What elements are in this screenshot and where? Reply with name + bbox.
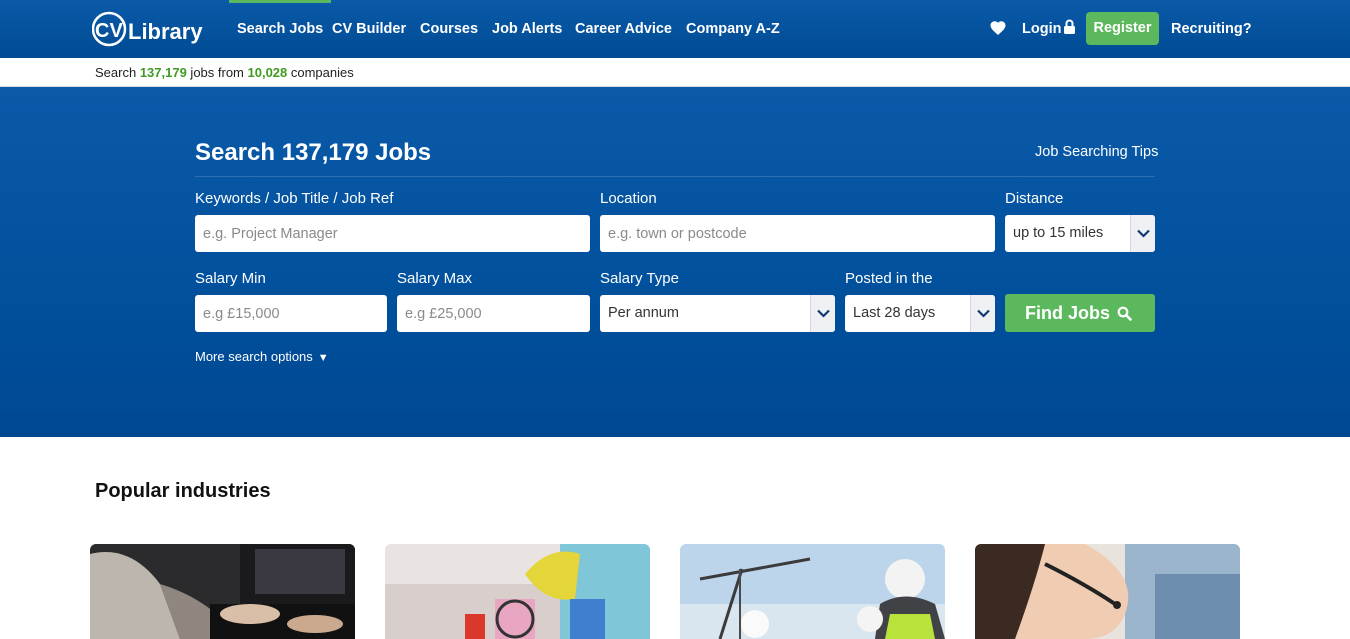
- typing-keyboard-image: [90, 544, 355, 639]
- svg-text:Library: Library: [128, 19, 203, 44]
- nav-job-alerts[interactable]: Job Alerts: [492, 0, 562, 58]
- search-title: Search 137,179 Jobs: [195, 139, 432, 166]
- register-button[interactable]: Register: [1086, 12, 1159, 45]
- salary-type-selected: Per annum: [608, 305, 679, 321]
- more-search-options-link[interactable]: More search options ▼: [195, 349, 329, 364]
- distance-select[interactable]: up to 15 miles: [1005, 215, 1155, 252]
- location-input[interactable]: [600, 215, 995, 252]
- keywords-label: Keywords / Job Title / Job Ref: [195, 190, 394, 207]
- salary-type-label: Salary Type: [600, 270, 679, 287]
- stats-suffix: companies: [287, 65, 354, 80]
- keywords-input[interactable]: [195, 215, 590, 252]
- find-jobs-button[interactable]: Find Jobs: [1005, 294, 1155, 332]
- svg-text:CV: CV: [95, 20, 123, 42]
- nav-courses[interactable]: Courses: [420, 0, 478, 58]
- divider: [195, 176, 1155, 177]
- posted-select[interactable]: Last 28 days: [845, 295, 995, 332]
- stats-prefix: Search: [95, 65, 140, 80]
- industry-card-cleaning[interactable]: [385, 544, 650, 639]
- triangle-down-icon: ▼: [317, 352, 329, 364]
- find-jobs-label: Find Jobs: [1025, 303, 1110, 323]
- chevron-down-icon: [1130, 215, 1155, 252]
- salary-min-input[interactable]: [195, 295, 387, 332]
- salary-type-select[interactable]: Per annum: [600, 295, 835, 332]
- heart-icon[interactable]: [989, 19, 1007, 37]
- call-centre-headset-image: [975, 544, 1240, 639]
- stats-companies-count: 10,028: [247, 65, 288, 80]
- nav-search-jobs[interactable]: Search Jobs: [228, 0, 332, 58]
- job-search-panel: Search 137,179 Jobs Job Searching Tips K…: [0, 87, 1350, 437]
- location-label: Location: [600, 190, 657, 207]
- salary-min-label: Salary Min: [195, 270, 266, 287]
- cleaning-supplies-image: [385, 544, 650, 639]
- chevron-down-icon: [810, 295, 835, 332]
- lock-icon: [1063, 19, 1076, 35]
- stats-middle: jobs from: [186, 65, 248, 80]
- more-search-options-label: More search options: [195, 349, 313, 364]
- posted-label: Posted in the: [845, 270, 933, 287]
- industry-card-construction[interactable]: [680, 544, 945, 639]
- nav-career-advice[interactable]: Career Advice: [575, 0, 672, 58]
- posted-selected: Last 28 days: [853, 305, 936, 321]
- salary-max-input[interactable]: [397, 295, 590, 332]
- chevron-down-icon: [970, 295, 995, 332]
- distance-selected: up to 15 miles: [1013, 225, 1104, 241]
- nav-cv-builder[interactable]: CV Builder: [332, 0, 406, 58]
- industry-card-customer-service[interactable]: [975, 544, 1240, 639]
- login-link[interactable]: Login: [1022, 0, 1061, 58]
- job-searching-tips-link[interactable]: Job Searching Tips: [1035, 144, 1158, 160]
- stats-bar: Search 137,179 jobs from 10,028 companie…: [0, 58, 1350, 87]
- construction-workers-image: [680, 544, 945, 639]
- nav-company-a-z[interactable]: Company A-Z: [686, 0, 780, 58]
- salary-max-label: Salary Max: [397, 270, 473, 287]
- search-icon: [1117, 306, 1132, 321]
- top-navigation: CV Library Search Jobs CV Builder Course…: [0, 0, 1350, 58]
- recruiting-link[interactable]: Recruiting?: [1171, 0, 1252, 58]
- distance-label: Distance: [1005, 190, 1064, 207]
- cv-library-logo[interactable]: CV Library: [92, 10, 204, 50]
- stats-text: Search 137,179 jobs from 10,028 companie…: [95, 65, 354, 80]
- stats-jobs-count: 137,179: [139, 65, 187, 80]
- popular-industries-title: Popular industries: [95, 480, 271, 502]
- industry-card-it[interactable]: [90, 544, 355, 639]
